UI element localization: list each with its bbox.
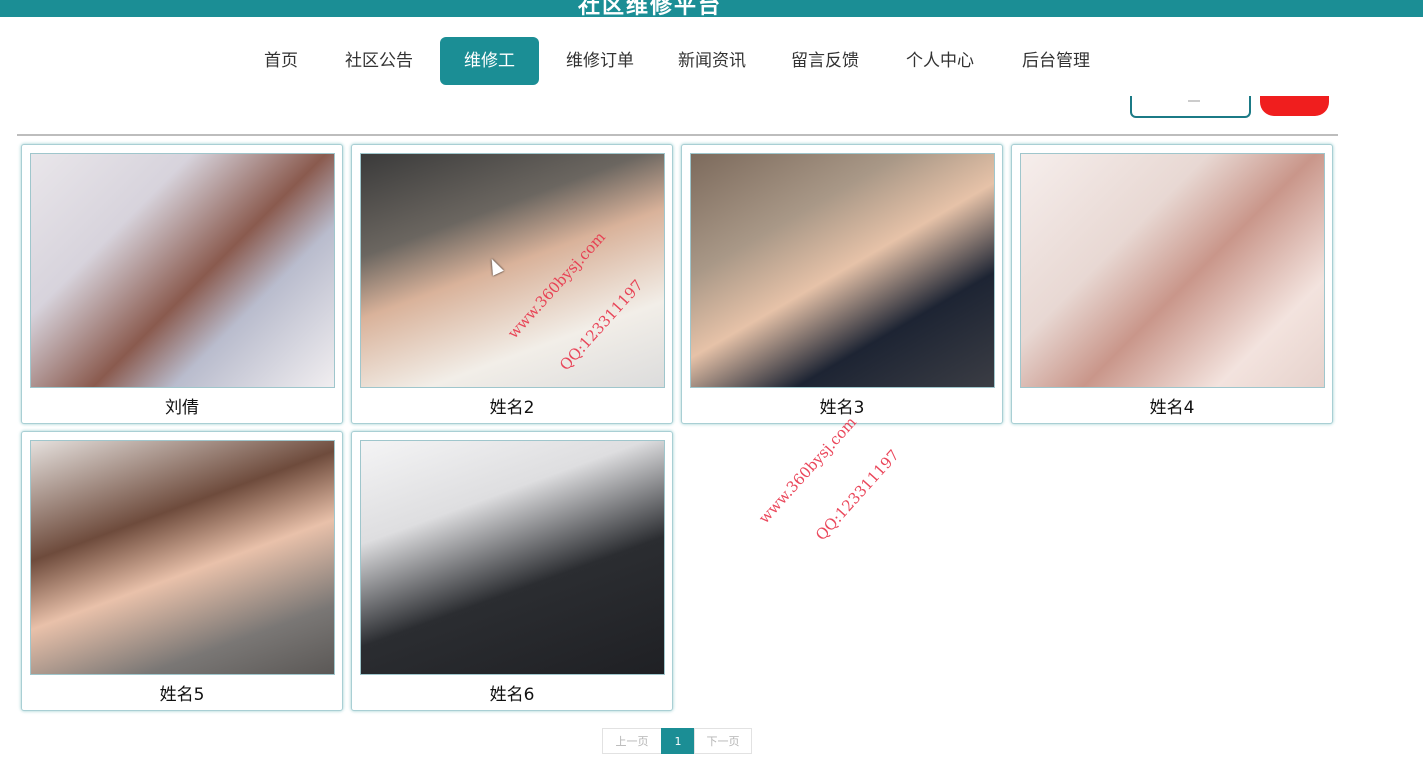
search-input[interactable] [1130, 96, 1251, 118]
nav-item-announcements[interactable]: 社区公告 [336, 37, 422, 85]
nav-item-home[interactable]: 首页 [254, 37, 308, 85]
top-banner: 社区维修平台 [0, 0, 1423, 17]
worker-name: 姓名3 [819, 398, 865, 418]
site-title: 社区维修平台 [578, 0, 723, 17]
search-button[interactable] [1260, 96, 1329, 116]
nav-item-feedback[interactable]: 留言反馈 [781, 37, 869, 85]
nav-item-news[interactable]: 新闻资讯 [668, 37, 756, 85]
worker-name: 姓名2 [489, 398, 535, 418]
worker-name: 姓名6 [489, 685, 535, 705]
nav-item-admin[interactable]: 后台管理 [1012, 37, 1100, 85]
worker-card[interactable]: 刘倩 [21, 144, 343, 424]
worker-card[interactable]: 姓名5 [21, 431, 343, 711]
worker-photo[interactable] [30, 440, 335, 675]
worker-photo[interactable] [360, 153, 665, 388]
next-page-button[interactable]: 下一页 [694, 728, 752, 754]
worker-name: 姓名4 [1149, 398, 1195, 418]
worker-photo[interactable] [30, 153, 335, 388]
nav-item-personal-center[interactable]: 个人中心 [896, 37, 984, 85]
page-1-button[interactable]: 1 [661, 728, 695, 754]
worker-photo[interactable] [1020, 153, 1325, 388]
nav-item-repair-workers[interactable]: 维修工 [440, 37, 539, 85]
prev-page-button[interactable]: 上一页 [602, 728, 662, 754]
worker-card[interactable]: 姓名3 [681, 144, 1003, 424]
worker-name: 刘倩 [165, 398, 199, 418]
worker-photo[interactable] [360, 440, 665, 675]
nav-item-repair-orders[interactable]: 维修订单 [556, 37, 644, 85]
worker-card[interactable]: 姓名4 [1011, 144, 1333, 424]
divider [17, 134, 1338, 136]
worker-name: 姓名5 [159, 685, 205, 705]
worker-photo[interactable] [690, 153, 995, 388]
main-nav: 首页 社区公告 维修工 维修订单 新闻资讯 留言反馈 个人中心 后台管理 [0, 37, 1423, 85]
worker-card[interactable]: 姓名6 [351, 431, 673, 711]
search-input-hint [1188, 100, 1200, 102]
